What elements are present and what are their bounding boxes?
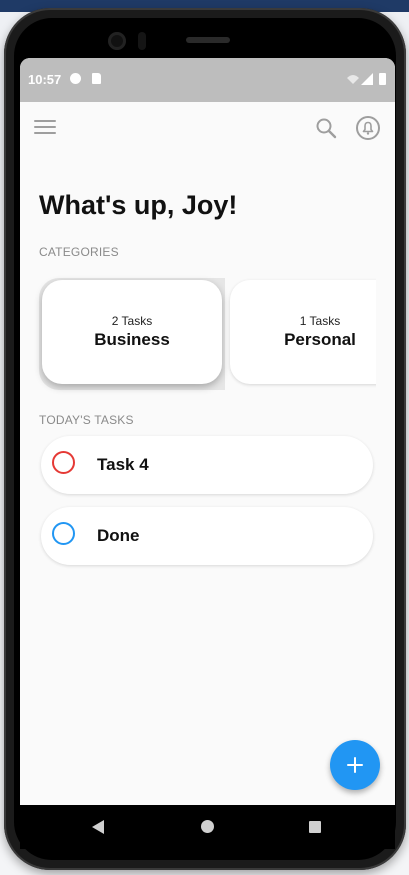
hamburger-menu-icon[interactable] <box>34 120 56 136</box>
task-checkbox[interactable] <box>52 522 75 545</box>
app-bar <box>20 102 395 158</box>
status-bar: 10:57 <box>20 58 395 102</box>
app-screen: 10:57 What's up, Joy! CATEGORIES 2 Tasks… <box>20 58 395 805</box>
category-name: Personal <box>284 330 356 349</box>
category-name: Business <box>94 330 170 349</box>
battery-icon <box>379 73 386 85</box>
task-checkbox[interactable] <box>52 451 75 474</box>
search-icon[interactable] <box>314 116 338 140</box>
earpiece-speaker <box>186 37 230 43</box>
task-title: Task 4 <box>97 455 149 474</box>
category-card-personal[interactable]: 1 Tasks Personal <box>230 280 376 384</box>
status-time: 10:57 <box>28 72 62 87</box>
home-icon[interactable] <box>201 820 214 833</box>
task-title: Done <box>97 526 140 545</box>
wifi-icon <box>347 75 359 84</box>
app-notification-icon <box>70 73 81 84</box>
categories-carousel[interactable]: 2 Tasks Business 1 Tasks Personal <box>20 270 376 398</box>
device-frame-stage: 10:57 What's up, Joy! CATEGORIES 2 Tasks… <box>0 0 409 875</box>
signal-icon <box>361 73 373 85</box>
categories-heading: CATEGORIES <box>39 245 119 259</box>
category-task-count: 2 Tasks <box>111 314 153 328</box>
bell-icon[interactable] <box>355 115 381 141</box>
task-item[interactable]: Task 4 <box>41 436 373 494</box>
greeting-title: What's up, Joy! <box>39 190 238 220</box>
category-card-business[interactable]: 2 Tasks Business <box>42 280 222 384</box>
system-navigation-bar <box>20 805 395 849</box>
status-indicators <box>347 73 386 85</box>
back-icon[interactable] <box>92 820 104 834</box>
todays-tasks-heading: TODAY'S TASKS <box>39 413 134 427</box>
category-task-count: 1 Tasks <box>299 314 341 328</box>
add-task-button[interactable] <box>330 740 380 790</box>
proximity-sensor <box>138 32 146 50</box>
recent-apps-icon[interactable] <box>309 821 321 833</box>
front-camera-icon <box>108 32 126 50</box>
sd-card-icon <box>92 73 101 84</box>
task-item[interactable]: Done <box>41 507 373 565</box>
